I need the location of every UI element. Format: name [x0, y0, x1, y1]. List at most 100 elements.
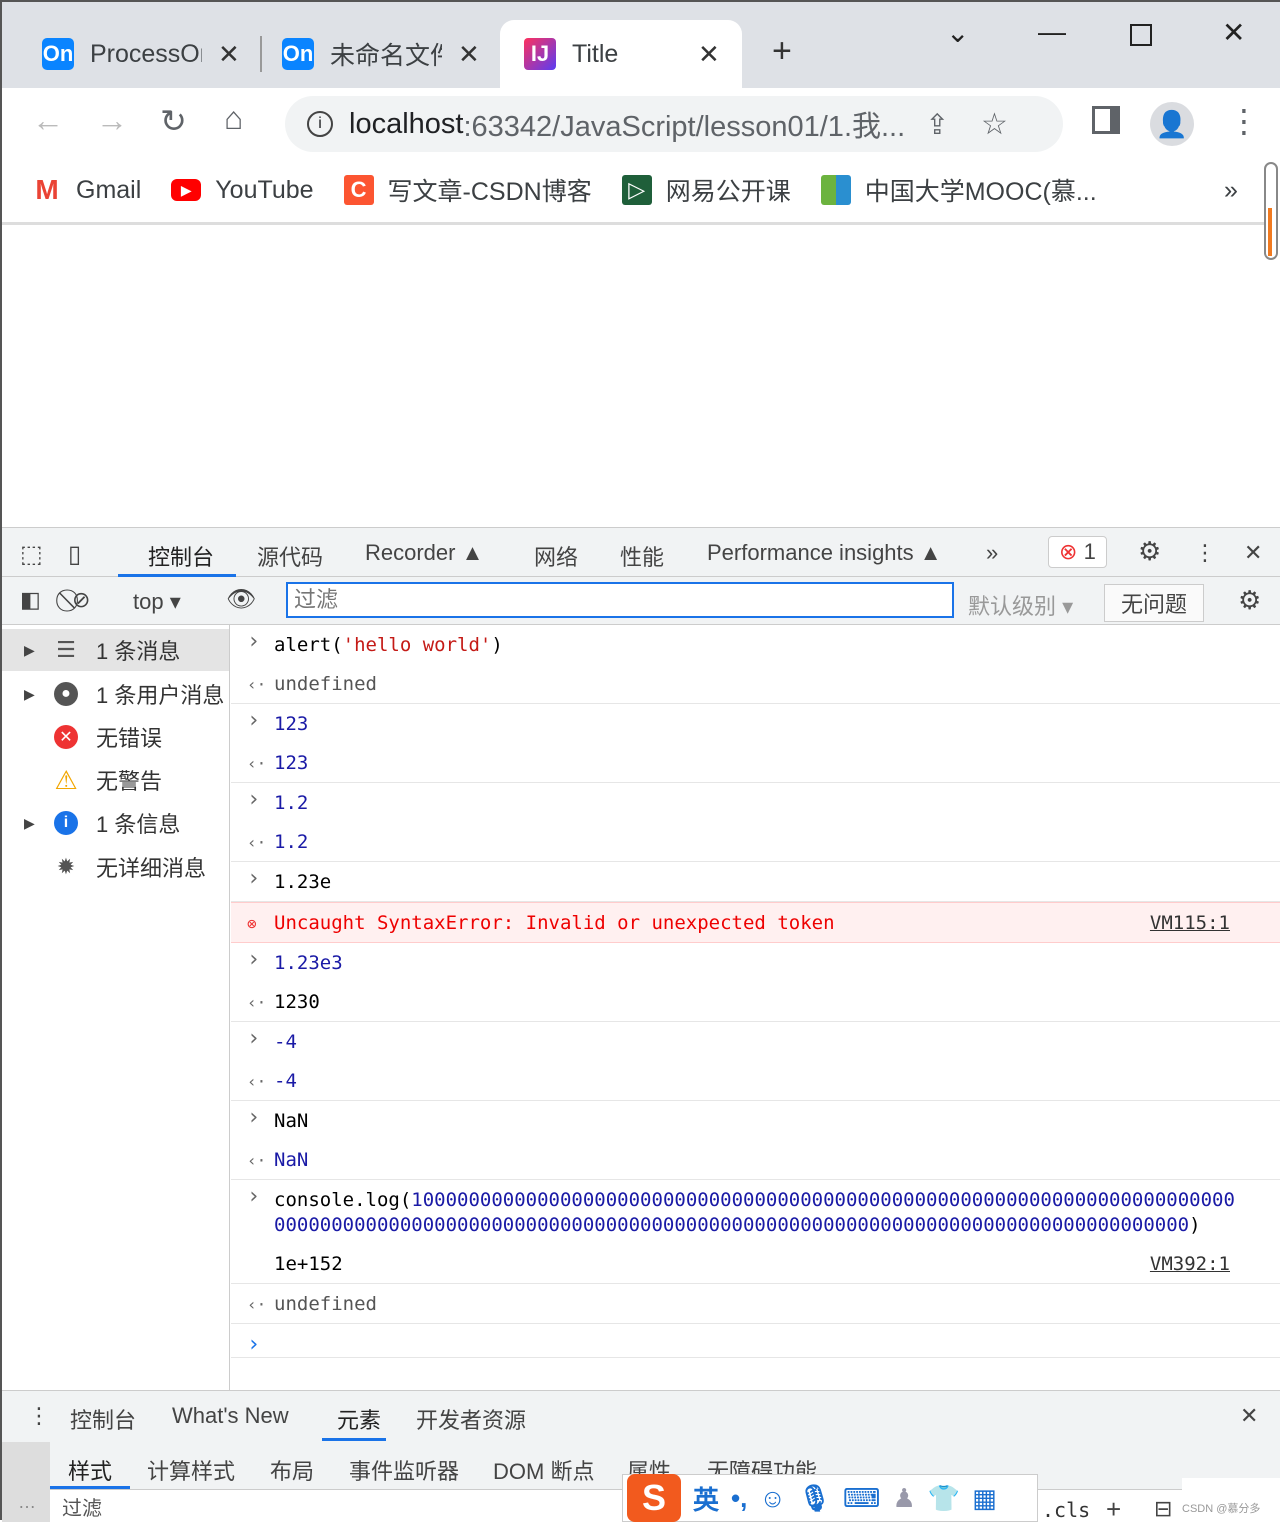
console-result-row: ‹· 1230	[231, 982, 1280, 1022]
log-level-dropdown[interactable]: 默认级别 ▾	[968, 589, 1073, 621]
new-tab-button[interactable]: +	[772, 32, 792, 71]
back-button[interactable]: ←	[32, 102, 64, 139]
sidebar-item-verbose[interactable]: ✹ 无详细消息	[2, 846, 229, 888]
devtools-menu-icon[interactable]: ⋮	[1194, 540, 1216, 566]
tab-processon[interactable]: On ProcessOn ✕	[2, 20, 260, 88]
user-skin-icon[interactable]: ♟	[892, 1483, 915, 1514]
computed-toggle-icon[interactable]: ⊟	[1154, 1496, 1172, 1522]
bookmark-gmail[interactable]: M Gmail	[32, 174, 141, 205]
expand-arrow-icon[interactable]: ▶	[24, 686, 35, 703]
context-selector[interactable]: top ▾	[133, 589, 181, 615]
result-arrow-icon: ‹·	[247, 993, 267, 1012]
more-tabs-button[interactable]: »	[986, 540, 998, 566]
sidebar-item-user-messages[interactable]: ▶ ● 1 条用户消息	[2, 673, 229, 715]
console-token: NaN	[274, 1110, 309, 1132]
new-style-rule-icon[interactable]: +	[1106, 1494, 1121, 1525]
sidebar-item-info[interactable]: ▶ i 1 条信息	[2, 802, 229, 844]
console-filter-input[interactable]	[286, 582, 954, 618]
more-icon[interactable]: …	[18, 1492, 36, 1513]
active-tab-indicator	[50, 1486, 130, 1489]
more-bookmarks-button[interactable]: »	[1224, 176, 1238, 205]
close-tab-icon[interactable]: ✕	[458, 39, 480, 70]
tab-search-chevron-icon[interactable]: ⌄	[946, 16, 969, 49]
device-toolbar-icon[interactable]: ▯	[68, 540, 81, 569]
live-expression-eye-icon[interactable]: 👁	[226, 585, 256, 614]
ime-mode-toggle[interactable]: 英	[693, 1480, 719, 1517]
csdn-icon: C	[343, 175, 374, 205]
console-text: undefined	[274, 1293, 377, 1315]
site-info-icon[interactable]: i	[307, 111, 333, 137]
settings-gear-icon[interactable]: ⚙	[1138, 536, 1161, 567]
bookmark-mooc[interactable]: ▮ 中国大学MOOC(慕...	[820, 172, 1097, 208]
expand-arrow-icon[interactable]: ▶	[24, 642, 35, 659]
home-button[interactable]: ⌂	[224, 100, 243, 137]
close-tab-icon[interactable]: ✕	[218, 39, 240, 70]
drawer-tab-developer-resources[interactable]: 开发者资源	[416, 1403, 526, 1435]
tab-title-active[interactable]: IJ Title ✕	[500, 20, 742, 88]
subtab-layout[interactable]: 布局	[270, 1454, 314, 1486]
bookmark-youtube[interactable]: ▶ YouTube	[171, 176, 314, 205]
tab-sources[interactable]: 源代码	[257, 540, 323, 572]
microphone-icon[interactable]: 🎙	[798, 1483, 831, 1514]
tab-console[interactable]: 控制台	[148, 540, 214, 572]
sidebar-label: 无详细消息	[96, 856, 207, 881]
skin-shirt-icon[interactable]: 👕	[928, 1483, 960, 1514]
toolbox-grid-icon[interactable]: ▦	[972, 1483, 997, 1514]
subtab-event-listeners[interactable]: 事件监听器	[349, 1454, 459, 1486]
console-token: 1.2	[274, 831, 309, 853]
close-devtools-icon[interactable]: ✕	[1244, 540, 1262, 566]
console-input-row: › console.log(100000000000000000000000000…	[231, 1180, 1280, 1244]
tab-performance[interactable]: 性能	[620, 540, 664, 572]
source-link[interactable]: VM115:1	[1150, 911, 1230, 936]
console-prompt-row[interactable]: ›	[231, 1324, 1280, 1358]
console-token: 1.23e	[274, 871, 332, 893]
bookmark-163-open-course[interactable]: ▷ 网易公开课	[621, 172, 791, 208]
sidebar-item-messages[interactable]: ▶ ☰ 1 条消息	[2, 629, 229, 671]
address-bar[interactable]: i localhost:63342/JavaScript/lesson01/1.…	[285, 96, 1063, 152]
emoji-icon[interactable]: ☺	[759, 1483, 786, 1514]
subtab-styles[interactable]: 样式	[68, 1454, 112, 1486]
close-drawer-icon[interactable]: ✕	[1240, 1403, 1258, 1429]
side-panel-button[interactable]	[1092, 106, 1120, 134]
drawer-tab-elements[interactable]: 元素	[337, 1403, 381, 1435]
ime-punctuation-toggle[interactable]: •,	[731, 1483, 747, 1514]
inspect-element-icon[interactable]: ⬚	[20, 540, 43, 569]
cls-button[interactable]: .cls	[1042, 1498, 1090, 1522]
tab-network[interactable]: 网络	[534, 540, 578, 572]
drawer-menu-icon[interactable]: ⋮	[28, 1403, 50, 1429]
profile-avatar-icon[interactable]: 👤	[1150, 102, 1194, 146]
subtab-computed[interactable]: 计算样式	[147, 1454, 235, 1486]
issues-button[interactable]: 无问题	[1104, 584, 1205, 622]
page-scrollbar[interactable]	[1264, 162, 1278, 260]
share-icon[interactable]: ⇪	[925, 108, 948, 141]
minimize-button[interactable]: —	[1038, 16, 1066, 48]
subtab-dom-breakpoints[interactable]: DOM 断点	[493, 1454, 594, 1486]
bookmark-csdn[interactable]: C 写文章-CSDN博客	[343, 172, 592, 208]
error-count-badge[interactable]: ⊗ 1	[1048, 536, 1107, 568]
console-output[interactable]: › alert('hello world') ‹· undefined › 123 ‹· 12…	[231, 625, 1280, 1390]
tab-performance-insights[interactable]: Performance insights ▲	[707, 540, 942, 566]
sidebar-toggle-icon[interactable]: ◧	[20, 587, 41, 613]
sidebar-item-errors[interactable]: ✕ 无错误	[2, 716, 229, 758]
console-token: console.log(	[274, 1189, 412, 1211]
source-link[interactable]: VM392:1	[1150, 1252, 1230, 1277]
forward-button[interactable]: →	[96, 102, 128, 139]
menu-kebab-icon[interactable]: ⋮	[1228, 102, 1260, 140]
keyboard-icon[interactable]: ⌨	[843, 1483, 881, 1514]
tab-untitled-file[interactable]: On 未命名文件 ✕	[242, 20, 500, 88]
expand-arrow-icon[interactable]: ▶	[24, 815, 35, 832]
tab-recorder[interactable]: Recorder ▲	[365, 540, 483, 566]
maximize-button[interactable]	[1130, 24, 1152, 46]
url-host: localhost	[349, 107, 464, 140]
sidebar-item-warnings[interactable]: ⚠ 无警告	[2, 759, 229, 801]
page-content	[2, 225, 1264, 525]
clear-console-icon[interactable]: ⃠⊘	[72, 587, 90, 613]
bookmark-star-icon[interactable]: ☆	[981, 107, 1008, 142]
reload-button[interactable]: ↻	[160, 102, 187, 140]
close-tab-icon[interactable]: ✕	[698, 39, 720, 70]
console-text: 1.23e	[274, 871, 331, 893]
drawer-tab-whats-new[interactable]: What's New	[172, 1403, 289, 1429]
close-window-button[interactable]: ✕	[1222, 16, 1245, 49]
console-settings-gear-icon[interactable]: ⚙	[1238, 585, 1261, 616]
drawer-tab-console[interactable]: 控制台	[70, 1403, 136, 1435]
